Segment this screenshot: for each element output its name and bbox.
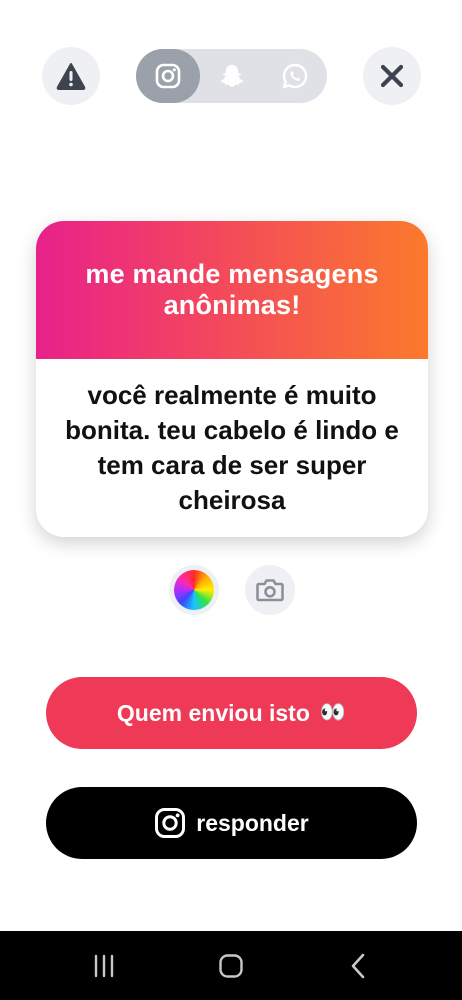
who-sent-button[interactable]: Quem enviou isto 👀 — [46, 677, 417, 749]
color-picker-button[interactable] — [169, 565, 219, 615]
alert-triangle-icon — [56, 63, 86, 90]
recents-icon — [94, 954, 113, 977]
platform-snapchat[interactable] — [200, 49, 264, 103]
platform-instagram[interactable] — [136, 49, 200, 103]
report-button[interactable] — [42, 47, 100, 105]
card-title: me mande mensagens anônimas! — [85, 259, 379, 320]
instagram-icon — [155, 63, 181, 89]
whatsapp-icon — [282, 63, 308, 89]
platform-whatsapp[interactable] — [263, 49, 327, 103]
message-card: me mande mensagens anônimas! você realme… — [36, 221, 428, 537]
recents-button[interactable] — [74, 946, 134, 986]
instagram-icon — [155, 808, 186, 838]
platform-switch — [136, 49, 327, 103]
back-icon — [352, 953, 365, 978]
reply-label: responder — [196, 809, 309, 836]
card-message: você realmente é muito bonita. teu cabel… — [65, 380, 399, 515]
color-wheel-icon — [174, 570, 214, 610]
card-header: me mande mensagens anônimas! — [36, 221, 428, 359]
back-button[interactable] — [328, 946, 388, 986]
reply-button[interactable]: responder — [46, 787, 417, 859]
eyes-emoji: 👀 — [319, 701, 347, 724]
system-nav-bar — [0, 931, 462, 1000]
card-body: você realmente é muito bonita. teu cabel… — [36, 359, 428, 537]
snapchat-icon — [220, 65, 243, 87]
home-icon — [219, 953, 243, 978]
close-button[interactable] — [363, 47, 421, 105]
camera-button[interactable] — [245, 565, 295, 615]
camera-icon — [256, 579, 284, 602]
home-button[interactable] — [201, 946, 261, 986]
close-icon — [380, 64, 404, 88]
who-sent-label: Quem enviou isto — [116, 699, 310, 726]
